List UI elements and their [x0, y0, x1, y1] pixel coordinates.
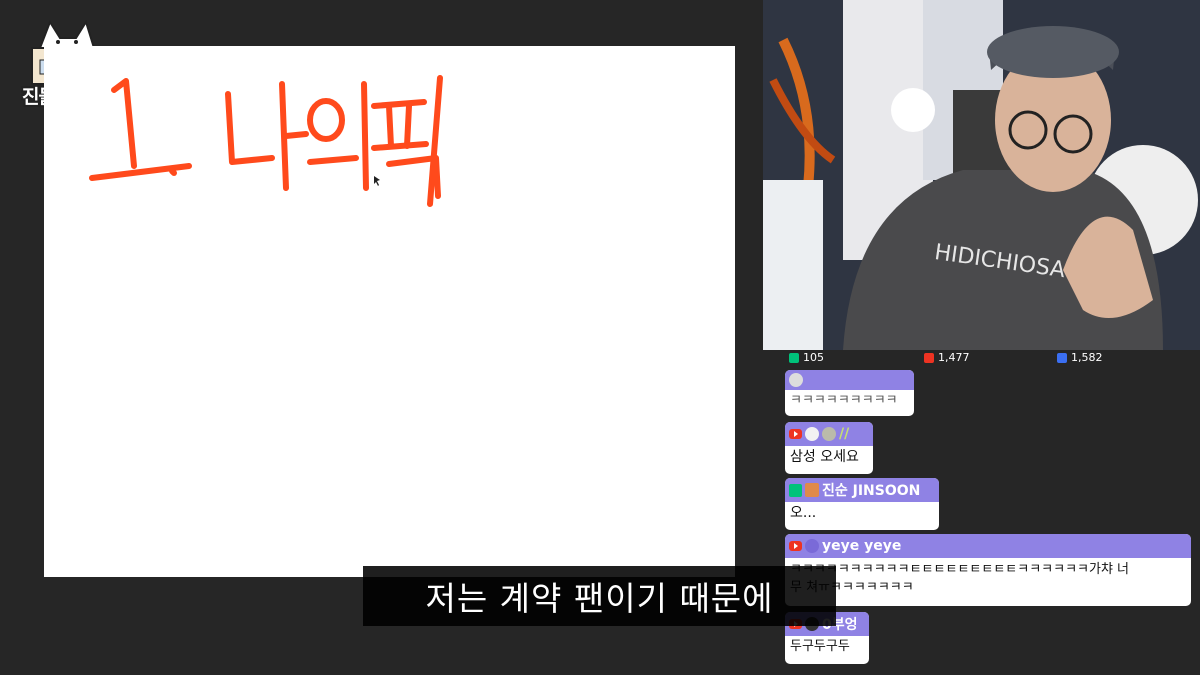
soop-viewers: 1,582 [1057, 351, 1103, 364]
chat-text: 오... [790, 505, 817, 521]
chat-text: ㅋㅋㅋㅋㅋㅋㅋㅋㅋㅋㅌㅌㅌㅌㅌㅌㅌㅌㅌㅋㅋㅋㅋㅋㅋ가챠 너 무 쳐ㅠㅋㅋㅋㅋㅋㅋ… [790, 562, 1130, 595]
chat-message: ㅋㅋㅋㅋㅋㅋㅋㅋㅋ [785, 370, 914, 416]
avatar [822, 427, 836, 441]
chzzk-viewers: 105 [789, 351, 824, 364]
chat-author: yeye yeye [785, 534, 1191, 558]
youtube-viewers: 1,477 [924, 351, 970, 364]
chat-message: // 삼성 오세요 [785, 422, 873, 474]
webcam-feed: HIDICHIOSAURUS [763, 0, 1200, 350]
soop-icon [1057, 352, 1067, 363]
chat-text: 두구두구두 [790, 639, 850, 654]
chat-text: ㅋㅋㅋㅋㅋㅋㅋㅋㅋ [790, 393, 898, 408]
handwritten-title [89, 75, 443, 207]
chzzk-icon [789, 352, 799, 363]
youtube-icon [924, 352, 934, 363]
chat-message: yeye yeye ㅋㅋㅋㅋㅋㅋㅋㅋㅋㅋㅌㅌㅌㅌㅌㅌㅌㅌㅌㅋㅋㅋㅋㅋㅋ가챠 너 … [785, 534, 1191, 606]
streamer-image: HIDICHIOSAURUS [763, 0, 1200, 350]
chat-author [785, 370, 914, 390]
avatar [805, 427, 819, 441]
chat-author: 진순 JINSOON [785, 478, 939, 502]
avatar [789, 373, 803, 387]
viewer-stats: 105 1,477 1,582 [785, 350, 1200, 366]
avatar [805, 483, 819, 497]
avatar [805, 539, 819, 553]
chat-text: 삼성 오세요 [790, 449, 859, 465]
subtitle-caption: 저는 계약 팬이기 때문에 [363, 566, 836, 626]
whiteboard-canvas[interactable] [44, 46, 735, 577]
youtube-icon [789, 429, 802, 439]
chzzk-icon [789, 483, 802, 497]
chat-author: // [785, 422, 873, 446]
chat-message: 진순 JINSOON 오... [785, 478, 939, 530]
youtube-icon [789, 541, 802, 551]
